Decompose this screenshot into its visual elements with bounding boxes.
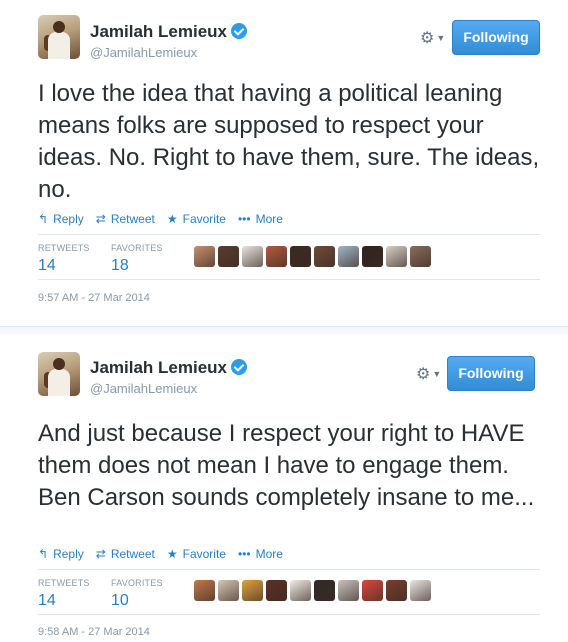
- tweet-separator: [0, 326, 568, 334]
- retweet-label: Retweet: [110, 212, 155, 226]
- favoriter-avatar[interactable]: [194, 246, 215, 267]
- more-label: More: [255, 212, 283, 226]
- favorites-label: FAVORITES: [111, 578, 163, 588]
- author-name[interactable]: Jamilah Lemieux: [90, 358, 248, 378]
- favoriter-avatar[interactable]: [242, 246, 263, 267]
- reply-button[interactable]: ↰ Reply: [38, 547, 84, 561]
- favoriter-avatar[interactable]: [266, 246, 287, 267]
- retweet-button[interactable]: ⇄ Retweet: [96, 212, 155, 226]
- tweet-card: Jamilah Lemieux @JamilahLemieux ⚙ ▼ Follo…: [0, 336, 568, 642]
- reply-label: Reply: [53, 547, 84, 561]
- following-button[interactable]: Following: [447, 356, 535, 391]
- retweets-count: 14: [38, 257, 56, 274]
- ellipsis-icon: •••: [237, 212, 251, 226]
- tweet-actions: ↰ Reply ⇄ Retweet ★ Favorite ••• More: [38, 547, 283, 561]
- chevron-down-icon: ▼: [436, 33, 446, 43]
- more-button[interactable]: ••• More: [238, 547, 283, 561]
- avatar[interactable]: [38, 352, 80, 396]
- ellipsis-icon: •••: [237, 547, 251, 561]
- retweet-button[interactable]: ⇄ Retweet: [96, 547, 155, 561]
- avatar-figure: [48, 32, 70, 59]
- timestamp[interactable]: 9:57 AM - 27 Mar 2014: [38, 292, 150, 304]
- divider: [38, 234, 540, 235]
- more-label: More: [255, 547, 283, 561]
- divider: [38, 569, 540, 570]
- retweets-stat[interactable]: RETWEETS 14: [38, 578, 90, 610]
- favorite-label: Favorite: [182, 212, 226, 226]
- favoriter-avatar[interactable]: [338, 246, 359, 267]
- favoriter-avatar[interactable]: [386, 246, 407, 267]
- favoriter-avatar[interactable]: [218, 580, 239, 601]
- retweets-label: RETWEETS: [38, 243, 90, 253]
- star-icon: ★: [166, 212, 178, 226]
- favoriter-avatar[interactable]: [290, 580, 311, 601]
- star-icon: ★: [166, 547, 178, 561]
- favoriter-avatar[interactable]: [242, 580, 263, 601]
- favoriter-avatar[interactable]: [410, 580, 431, 601]
- retweets-label: RETWEETS: [38, 578, 90, 588]
- favoriter-avatar[interactable]: [362, 580, 383, 601]
- retweets-count: 14: [38, 592, 56, 609]
- favorites-stat[interactable]: FAVORITES 18: [111, 243, 163, 275]
- reply-arrow-icon: ↰: [38, 547, 49, 561]
- favoriter-avatar[interactable]: [266, 580, 287, 601]
- favorites-count: 18: [111, 257, 129, 274]
- favoriter-avatar[interactable]: [194, 580, 215, 601]
- chevron-down-icon: ▼: [432, 369, 442, 379]
- favoriter-avatar[interactable]: [386, 580, 407, 601]
- gear-icon[interactable]: ⚙ ▼: [420, 28, 445, 48]
- retweet-icon: ⇄: [95, 212, 106, 226]
- favoriter-avatar[interactable]: [362, 246, 383, 267]
- reply-label: Reply: [53, 212, 84, 226]
- reply-button[interactable]: ↰ Reply: [38, 212, 84, 226]
- favoriter-avatar[interactable]: [314, 580, 335, 601]
- reply-arrow-icon: ↰: [38, 212, 49, 226]
- favoriter-avatars: [194, 580, 431, 601]
- tweet-card: Jamilah Lemieux @JamilahLemieux ⚙ ▼ Follo…: [0, 0, 568, 321]
- author-name-text[interactable]: Jamilah Lemieux: [90, 22, 227, 41]
- favoriter-avatar[interactable]: [218, 246, 239, 267]
- favoriter-avatar[interactable]: [290, 246, 311, 267]
- divider: [38, 614, 540, 615]
- favoriter-avatars: [194, 246, 431, 267]
- favorites-count: 10: [111, 592, 129, 609]
- favorite-button[interactable]: ★ Favorite: [167, 212, 226, 226]
- favoriter-avatar[interactable]: [314, 246, 335, 267]
- author-handle[interactable]: @JamilahLemieux: [90, 45, 197, 60]
- retweet-icon: ⇄: [95, 547, 106, 561]
- favoriter-avatar[interactable]: [410, 246, 431, 267]
- tweet-actions: ↰ Reply ⇄ Retweet ★ Favorite ••• More: [38, 212, 283, 226]
- divider: [38, 279, 540, 280]
- tweet-text: And just because I respect your right to…: [38, 420, 535, 511]
- retweet-label: Retweet: [110, 547, 155, 561]
- more-button[interactable]: ••• More: [238, 212, 283, 226]
- avatar-figure: [53, 21, 65, 33]
- avatar-figure: [53, 358, 65, 370]
- favorites-label: FAVORITES: [111, 243, 163, 253]
- verified-badge-icon: [231, 359, 248, 375]
- author-name[interactable]: Jamilah Lemieux: [90, 22, 248, 42]
- favorites-stat[interactable]: FAVORITES 10: [111, 578, 163, 610]
- favoriter-avatar[interactable]: [338, 580, 359, 601]
- favorite-button[interactable]: ★ Favorite: [167, 547, 226, 561]
- gear-icon[interactable]: ⚙ ▼: [416, 364, 441, 384]
- retweets-stat[interactable]: RETWEETS 14: [38, 243, 90, 275]
- following-button[interactable]: Following: [452, 20, 540, 55]
- author-handle[interactable]: @JamilahLemieux: [90, 381, 197, 396]
- favorite-label: Favorite: [182, 547, 226, 561]
- author-name-text[interactable]: Jamilah Lemieux: [90, 358, 227, 377]
- avatar-figure: [48, 369, 70, 396]
- verified-badge-icon: [231, 23, 248, 39]
- avatar[interactable]: [38, 15, 80, 59]
- timestamp[interactable]: 9:58 AM - 27 Mar 2014: [38, 626, 150, 638]
- tweet-text: I love the idea that having a political …: [38, 80, 540, 203]
